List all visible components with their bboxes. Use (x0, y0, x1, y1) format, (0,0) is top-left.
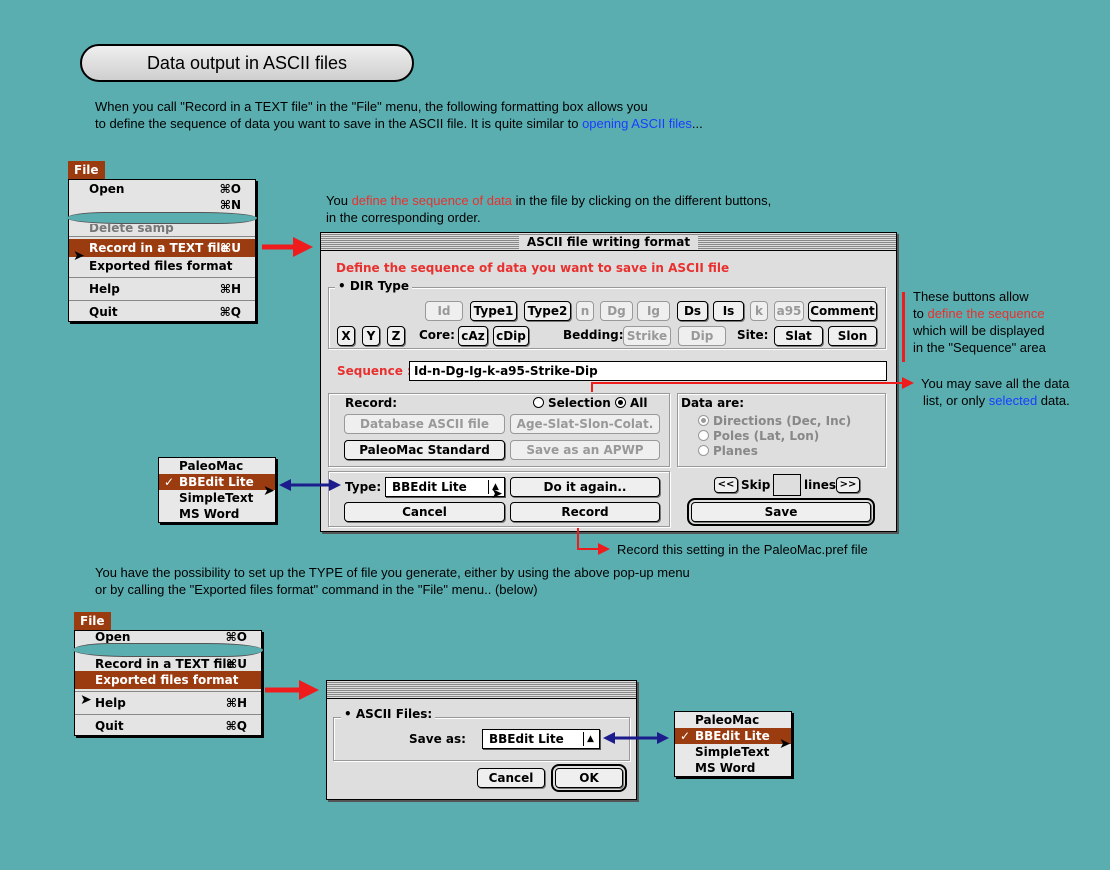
arrow-to-record-note (577, 528, 610, 555)
arrow-to-save-note (591, 377, 914, 392)
annotation-arrows (262, 237, 914, 744)
